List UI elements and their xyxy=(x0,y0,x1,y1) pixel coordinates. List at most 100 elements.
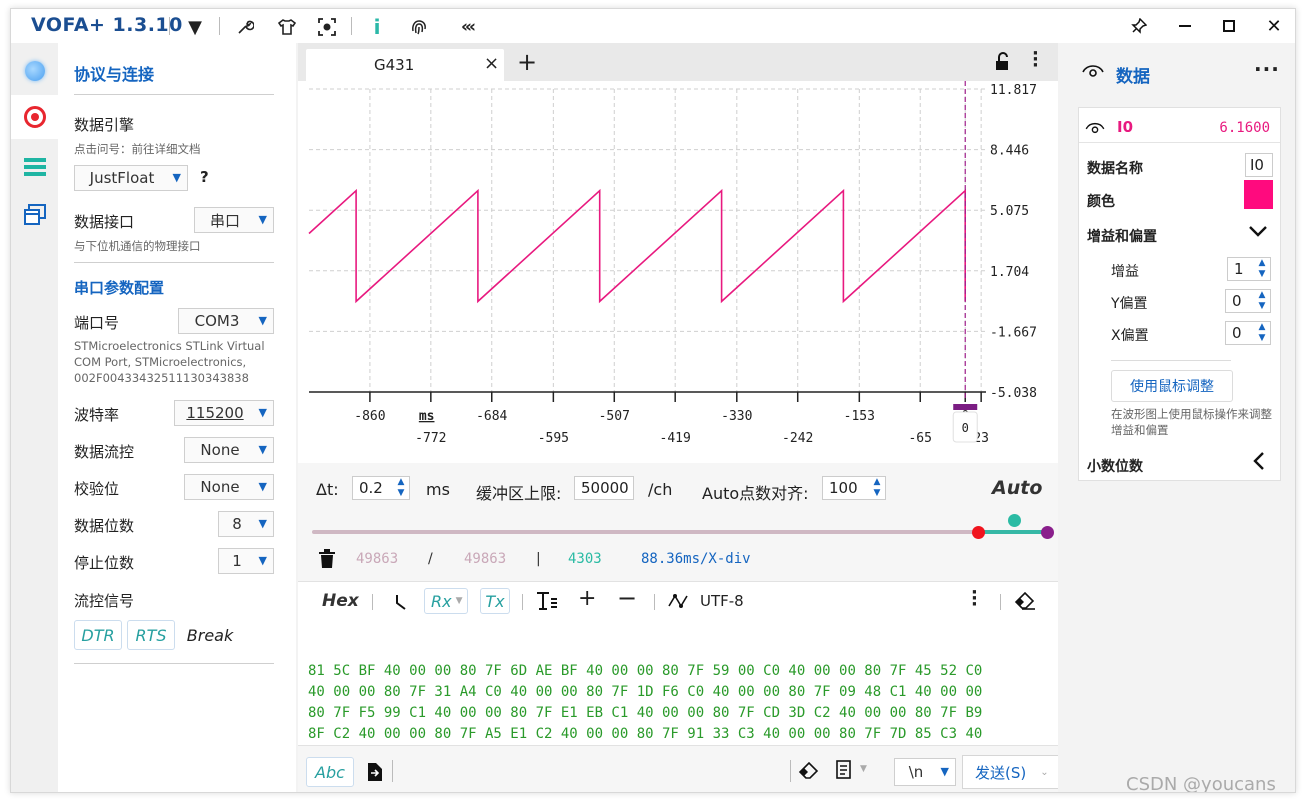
tx-label: Tx xyxy=(485,591,505,611)
wrench-icon[interactable] xyxy=(233,15,257,39)
collapse-left-icon[interactable]: «‹ xyxy=(455,15,479,39)
zoom-in-icon[interactable]: + xyxy=(578,586,596,611)
fingerprint-icon[interactable] xyxy=(407,15,431,39)
abc-label: Abc xyxy=(315,762,345,782)
interface-select[interactable]: 串口 ▼ xyxy=(194,207,274,233)
watermark: CSDN @youcans xyxy=(1126,774,1276,793)
engine-select[interactable]: JustFloat ▼ xyxy=(74,165,188,191)
auto-align-input[interactable]: 100 ▲ ▼ xyxy=(822,476,886,500)
eye-icon[interactable] xyxy=(1082,63,1104,83)
name-value: I0 xyxy=(1250,156,1264,174)
chevron-left-icon[interactable] xyxy=(1253,452,1265,474)
send-bar: Abc ▼ \n ▼ 发送(S) ⌄ xyxy=(298,745,1060,792)
waveform-plot[interactable]: 11.817 8.446 5.075 1.704 -1.667 -5.038 -860 -77… xyxy=(298,81,1058,463)
mouse-adjust-hint: 在波形图上使用鼠标操作来调整增益和偏置 xyxy=(1111,407,1272,437)
spin-icon[interactable]: ▲ ▼ xyxy=(395,477,407,499)
name-input[interactable]: I0 xyxy=(1245,153,1273,177)
divider xyxy=(74,94,274,95)
data-list-icon[interactable] xyxy=(19,151,51,183)
tshirt-icon[interactable] xyxy=(275,15,299,39)
flow-select[interactable]: None ▼ xyxy=(184,437,274,463)
y-offset-input[interactable]: 0 ▲ ▼ xyxy=(1225,289,1271,313)
break-button[interactable]: Break xyxy=(182,620,238,650)
buffer-input[interactable]: 50000 xyxy=(574,476,634,500)
chevron-down-icon[interactable] xyxy=(1249,222,1267,241)
connection-dot-icon[interactable] xyxy=(19,55,51,87)
dt-value: 0.2 xyxy=(359,479,383,497)
databits-select[interactable]: 8 ▼ xyxy=(218,511,274,537)
x-tick-label: -860 xyxy=(354,409,385,424)
clear-input-icon[interactable] xyxy=(798,761,820,784)
stopbits-select[interactable]: 1 ▼ xyxy=(218,548,274,574)
port-select[interactable]: COM3 ▼ xyxy=(178,308,274,334)
chevron-down-icon: ▼ xyxy=(258,314,267,327)
add-tab-icon[interactable]: + xyxy=(517,48,537,76)
tab-g431[interactable]: G431 × xyxy=(306,49,504,81)
connection-panel: 协议与连接 数据引擎 点击问号：前往详细文档 JustFloat ▼ ? 数据接口… xyxy=(58,43,296,792)
close-icon[interactable]: ✕ xyxy=(1260,13,1288,39)
newline-icon[interactable] xyxy=(394,593,408,615)
x-offset-input[interactable]: 0 ▲ ▼ xyxy=(1225,321,1271,345)
tx-toggle[interactable]: Tx xyxy=(480,588,510,614)
mouse-adjust-button[interactable]: 使用鼠标调整 xyxy=(1111,370,1233,402)
channel-name[interactable]: I0 xyxy=(1117,118,1133,136)
dt-input[interactable]: 0.2 ▲ ▼ xyxy=(352,476,410,500)
eraser-icon[interactable] xyxy=(1014,591,1036,614)
dtr-button[interactable]: DTR xyxy=(74,620,122,650)
spin-icon[interactable]: ▲ ▼ xyxy=(1256,258,1268,280)
color-swatch[interactable] xyxy=(1244,180,1273,209)
x-offset-label: X偏置 xyxy=(1111,328,1149,344)
gain-input[interactable]: 1 ▲ ▼ xyxy=(1227,257,1271,281)
waveform-icon[interactable] xyxy=(668,593,690,613)
tab-label: G431 xyxy=(374,56,415,74)
channel-eye-icon[interactable] xyxy=(1085,120,1105,139)
unlock-icon[interactable] xyxy=(994,52,1012,76)
vofa-logo-icon[interactable]: ▼ xyxy=(183,15,207,39)
more-vertical-icon[interactable]: · · · xyxy=(971,584,978,614)
spin-icon[interactable]: ▲ ▼ xyxy=(1256,322,1268,344)
rx-toggle[interactable]: Rx ▼ xyxy=(424,588,468,614)
waveform-svg[interactable]: 11.817 8.446 5.075 1.704 -1.667 -5.038 -860 -77… xyxy=(298,81,1058,463)
rts-button[interactable]: RTS xyxy=(127,620,175,650)
document-icon[interactable]: ▼ xyxy=(836,760,867,784)
newline-select[interactable]: \n ▼ xyxy=(894,758,956,786)
time-slider-range[interactable] xyxy=(980,530,1048,534)
send-input[interactable] xyxy=(398,754,788,788)
slider-center-handle[interactable] xyxy=(1008,514,1021,527)
abc-toggle[interactable]: Abc xyxy=(306,757,354,787)
more-horizontal-icon[interactable]: ··· xyxy=(1254,57,1280,81)
y-tick-label: -1.667 xyxy=(990,325,1037,340)
zoom-out-icon[interactable]: − xyxy=(617,584,637,612)
cursor-handle[interactable] xyxy=(953,404,978,410)
pin-icon[interactable] xyxy=(1125,13,1153,39)
record-target-icon[interactable] xyxy=(11,95,58,139)
capture-icon[interactable] xyxy=(315,15,339,39)
trash-icon[interactable] xyxy=(318,549,336,573)
minimize-icon[interactable] xyxy=(1171,13,1199,39)
y-tick-label: 1.704 xyxy=(990,265,1029,280)
maximize-icon[interactable] xyxy=(1215,13,1243,39)
decimal-label: 小数位数 xyxy=(1087,459,1143,475)
tab-close-icon[interactable]: × xyxy=(484,53,499,74)
hex-output[interactable]: 81 5C BF 40 00 00 80 7F 6D AE BF 40 00 0… xyxy=(308,619,1056,745)
slider-end-handle[interactable] xyxy=(1041,526,1054,539)
baud-select[interactable]: 115200 ▼ xyxy=(174,400,274,426)
time-slider-track[interactable] xyxy=(312,530,980,534)
auto-mode-button[interactable]: Auto xyxy=(992,477,1042,499)
hex-toggle[interactable]: Hex xyxy=(322,591,359,611)
windows-icon[interactable] xyxy=(19,199,51,231)
info-icon[interactable]: i xyxy=(365,15,389,39)
panel-title: 协议与连接 xyxy=(74,65,155,84)
spin-icon[interactable]: ▲ ▼ xyxy=(1256,290,1268,312)
parity-select[interactable]: None ▼ xyxy=(184,474,274,500)
more-vertical-icon[interactable]: · · · xyxy=(1032,45,1039,75)
hex-line: 80 7F F5 99 C1 40 00 00 80 7F E1 EB C1 4… xyxy=(308,705,983,721)
text-format-icon[interactable] xyxy=(536,591,558,615)
port-value: COM3 xyxy=(194,312,240,330)
send-button[interactable]: 发送(S) ⌄ xyxy=(962,755,1060,789)
spin-icon[interactable]: ▲ ▼ xyxy=(871,477,883,499)
encoding-select[interactable]: UTF-8 xyxy=(700,592,744,610)
slider-start-handle[interactable] xyxy=(972,526,985,539)
send-file-icon[interactable] xyxy=(364,762,384,786)
engine-help-button[interactable]: ? xyxy=(200,168,209,186)
